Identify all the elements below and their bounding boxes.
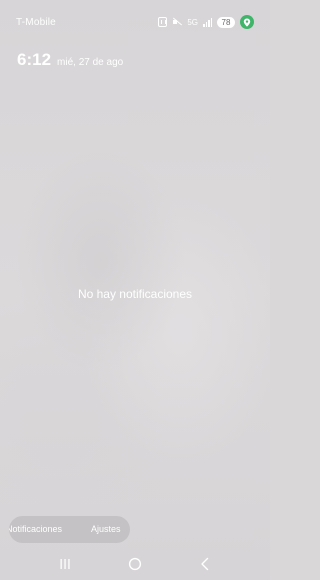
mute-icon	[172, 17, 182, 27]
home-icon	[128, 557, 142, 571]
recents-button[interactable]	[53, 552, 77, 576]
location-icon	[240, 15, 254, 29]
settings-button[interactable]: Ajustes	[91, 524, 121, 534]
clock-row: 6:12 mié, 27 de ago	[17, 50, 123, 70]
signal-icon	[203, 17, 212, 27]
navigation-bar	[0, 548, 270, 580]
network-type-label: 5G	[187, 17, 198, 27]
recents-icon	[60, 559, 70, 569]
notification-actions-pill: Notificaciones Ajustes	[9, 516, 130, 543]
clock-date: mié, 27 de ago	[57, 57, 124, 68]
clock-time: 6:12	[17, 50, 52, 69]
no-notifications-message: No hay notificaciones	[77, 287, 193, 301]
status-icons: 5G 78	[158, 15, 254, 29]
status-bar: T-Mobile 5G 78	[0, 0, 270, 44]
back-icon	[201, 557, 209, 571]
nfc-icon	[158, 17, 168, 27]
home-button[interactable]	[123, 552, 147, 576]
battery-badge: 78	[217, 16, 235, 28]
back-button[interactable]	[193, 552, 217, 576]
carrier-label: T-Mobile	[16, 16, 56, 28]
notifications-button[interactable]: Notificaciones	[9, 524, 62, 534]
